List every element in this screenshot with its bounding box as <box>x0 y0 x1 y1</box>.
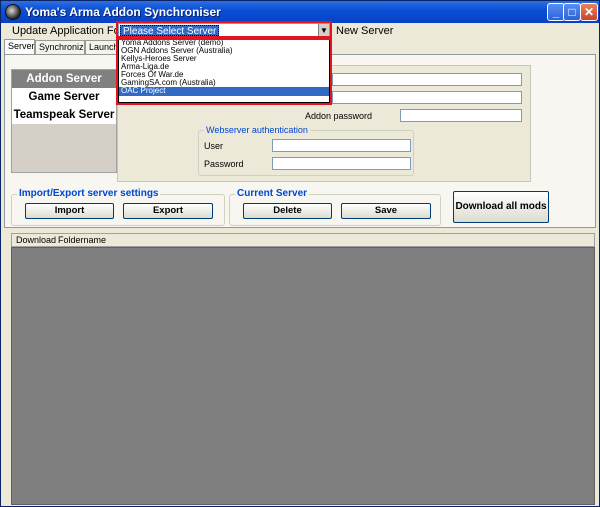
server-option[interactable]: Arma-Liga.de <box>119 63 329 71</box>
chevron-down-icon[interactable]: ▼ <box>318 24 329 37</box>
webserver-auth-title: Webserver authentication <box>204 125 310 135</box>
current-server-title: Current Server <box>235 188 310 199</box>
current-server-group: Current Server Delete Save <box>229 188 441 226</box>
user-field[interactable] <box>272 139 411 152</box>
server-option[interactable]: Forces Of War.de <box>119 71 329 79</box>
title-bar[interactable]: Yoma's Arma Addon Synchroniser _ □ ✕ <box>1 1 599 23</box>
tab-launch-game[interactable]: Launch G <box>85 40 117 54</box>
save-button[interactable]: Save <box>341 203 431 219</box>
column-download[interactable]: Download <box>16 235 56 245</box>
tab-server[interactable]: Server <box>4 39 35 55</box>
server-option[interactable]: Kellys-Heroes Server <box>119 55 329 63</box>
server-name-field[interactable] <box>332 73 522 86</box>
export-button[interactable]: Export <box>123 203 213 219</box>
server-option-selected[interactable]: OAC Project <box>119 87 329 96</box>
nav-teamspeak-server[interactable]: Teamspeak Server <box>12 106 116 124</box>
server-option[interactable]: OGN Addons Server (Australia) <box>119 47 329 55</box>
password-field[interactable] <box>272 157 411 170</box>
maximize-button[interactable]: □ <box>563 3 581 21</box>
server-url-field[interactable] <box>332 91 522 104</box>
webserver-auth-group: Webserver authentication User Password <box>198 125 414 176</box>
server-option[interactable]: Yoma Addons Server (demo) <box>119 39 329 47</box>
server-dropdown-list[interactable]: Yoma Addons Server (demo) OGN Addons Ser… <box>118 38 330 103</box>
window-title: Yoma's Arma Addon Synchroniser <box>25 5 221 19</box>
download-all-mods-button[interactable]: Download all mods <box>453 191 549 223</box>
mods-table-header: Download Foldername <box>11 233 595 247</box>
server-select-value: Please Select Server <box>120 25 220 37</box>
nav-addon-server[interactable]: Addon Server <box>12 70 116 88</box>
tab-synchronize[interactable]: Synchronize <box>35 40 85 54</box>
user-label: User <box>204 141 224 151</box>
password-label: Password <box>204 159 244 169</box>
nav-game-server[interactable]: Game Server <box>12 88 116 106</box>
menu-update[interactable]: Update <box>12 25 47 37</box>
column-foldername[interactable]: Foldername <box>58 235 106 245</box>
import-button[interactable]: Import <box>25 203 114 219</box>
menu-new-server[interactable]: New Server <box>336 25 393 37</box>
app-icon <box>5 4 21 20</box>
import-export-group: Import/Export server settings Import Exp… <box>11 188 225 226</box>
close-button[interactable]: ✕ <box>580 3 598 21</box>
delete-button[interactable]: Delete <box>243 203 332 219</box>
import-export-title: Import/Export server settings <box>17 188 161 199</box>
main-window: Yoma's Arma Addon Synchroniser _ □ ✕ Upd… <box>0 0 600 507</box>
server-type-nav: Addon Server Game Server Teamspeak Serve… <box>11 69 117 173</box>
server-option[interactable]: GamingSA.com (Australia) <box>119 79 329 87</box>
server-select[interactable]: Please Select Server ▼ <box>118 23 330 38</box>
addon-password-label: Addon password <box>305 111 373 121</box>
addon-password-field[interactable] <box>400 109 522 122</box>
mods-table-body[interactable] <box>11 247 595 505</box>
